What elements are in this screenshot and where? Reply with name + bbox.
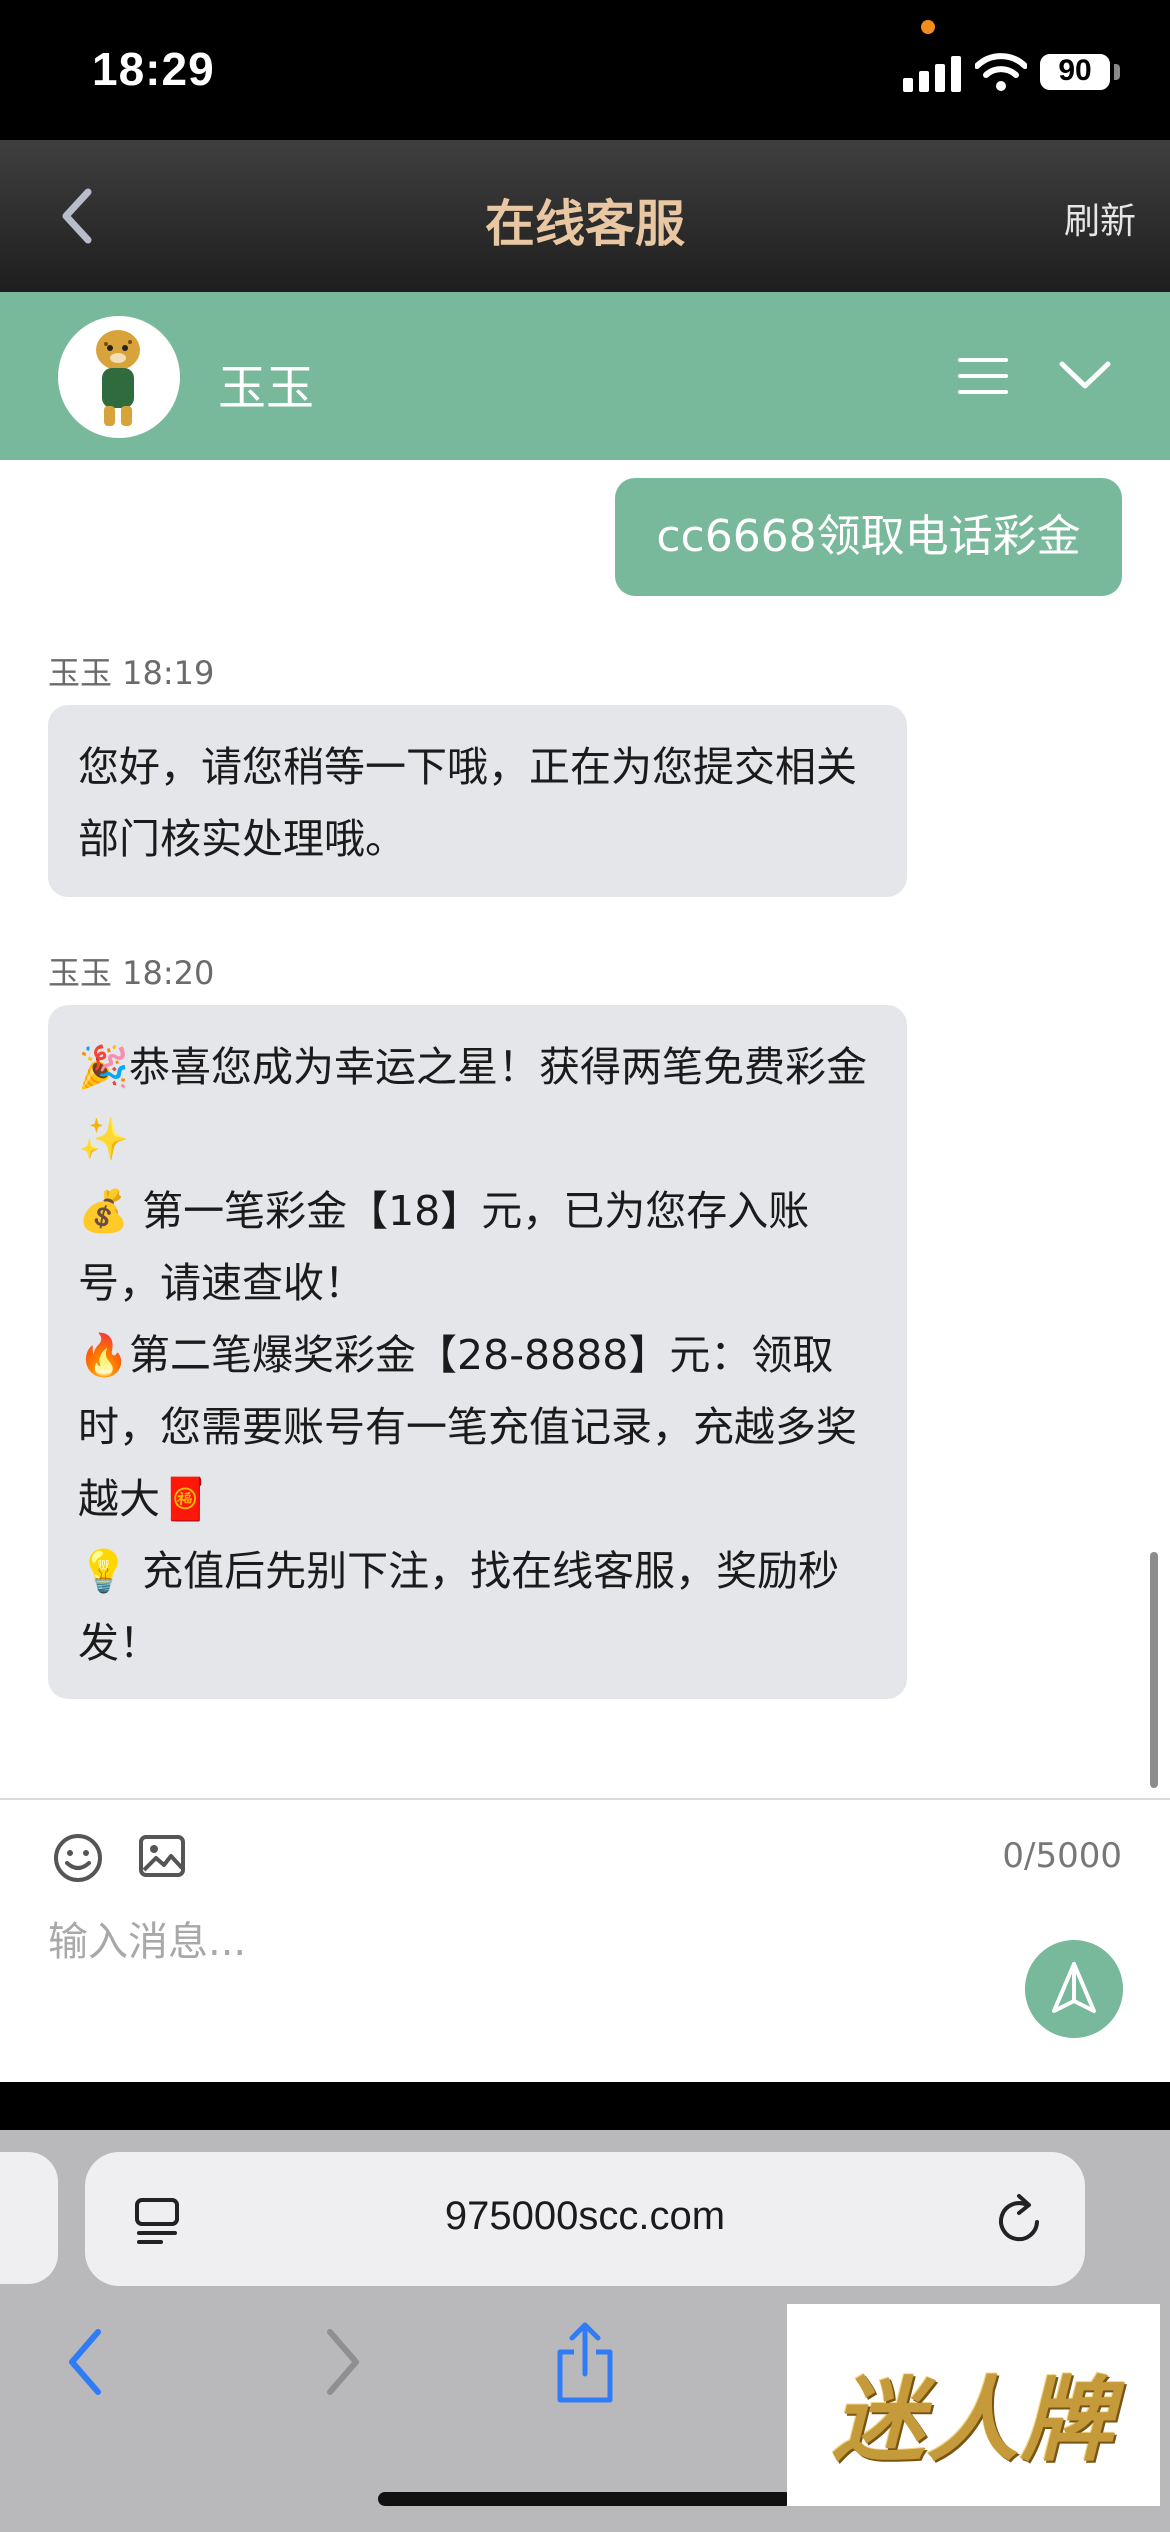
home-indicator[interactable] [378,2492,792,2506]
status-bar: 18:29 90 [0,0,1170,140]
image-icon[interactable] [138,1832,186,1880]
cellular-signal-icon [903,56,961,92]
battery-tip [1114,64,1120,80]
browser-back-icon[interactable] [62,2322,112,2402]
previous-tab-preview[interactable] [0,2152,58,2284]
status-time: 18:29 [92,43,215,95]
user-message-bubble: cc6668领取电话彩金 [615,478,1122,596]
reload-icon[interactable] [993,2192,1047,2248]
url-text: 975000scc.com [444,2194,726,2238]
refresh-button[interactable]: 刷新 [1064,192,1136,244]
menu-icon[interactable] [958,356,1008,396]
browser-forward-icon[interactable] [316,2322,366,2402]
battery-level: 90 [1058,54,1092,87]
message-meta: 玉玉 18:19 [48,654,215,692]
message-input[interactable] [48,1910,948,1974]
message-composer: 0/5000 [0,1798,1170,2082]
chat-message-list[interactable]: cc6668领取电话彩金 玉玉 18:19 您好，请您稍等一下哦，正在为您提交相… [0,460,1170,1798]
watermark-logo: 迷人牌 [787,2304,1160,2506]
chevron-down-icon[interactable] [1058,354,1112,394]
address-bar[interactable]: 975000scc.com [85,2152,1085,2286]
agent-name: 玉玉 [218,360,315,416]
page-bottom-edge [0,2082,1170,2130]
watermark-text: 迷人牌 [832,2366,1115,2474]
send-button[interactable] [1025,1940,1123,2038]
wifi-icon [975,53,1027,91]
message-meta: 玉玉 18:20 [48,954,215,992]
agent-message-bubble: 🎉恭喜您成为幸运之星！获得两笔免费彩金✨ 💰 第一笔彩金【18】元，已为您存入账… [48,1005,907,1699]
page-title: 在线客服 [485,195,685,253]
chat-header: 玉玉 [0,292,1170,460]
nav-bar: 在线客服 刷新 [0,140,1170,292]
emoji-icon[interactable] [52,1832,104,1884]
share-icon[interactable] [552,2320,618,2406]
agent-avatar [58,316,180,438]
battery-icon: 90 [1040,54,1110,90]
privacy-indicator-dot [921,20,935,34]
char-count: 0/5000 [1002,1836,1122,1876]
scrollbar-thumb[interactable] [1150,1552,1158,1788]
agent-message-bubble: 您好，请您稍等一下哦，正在为您提交相关部门核实处理哦。 [48,705,907,897]
